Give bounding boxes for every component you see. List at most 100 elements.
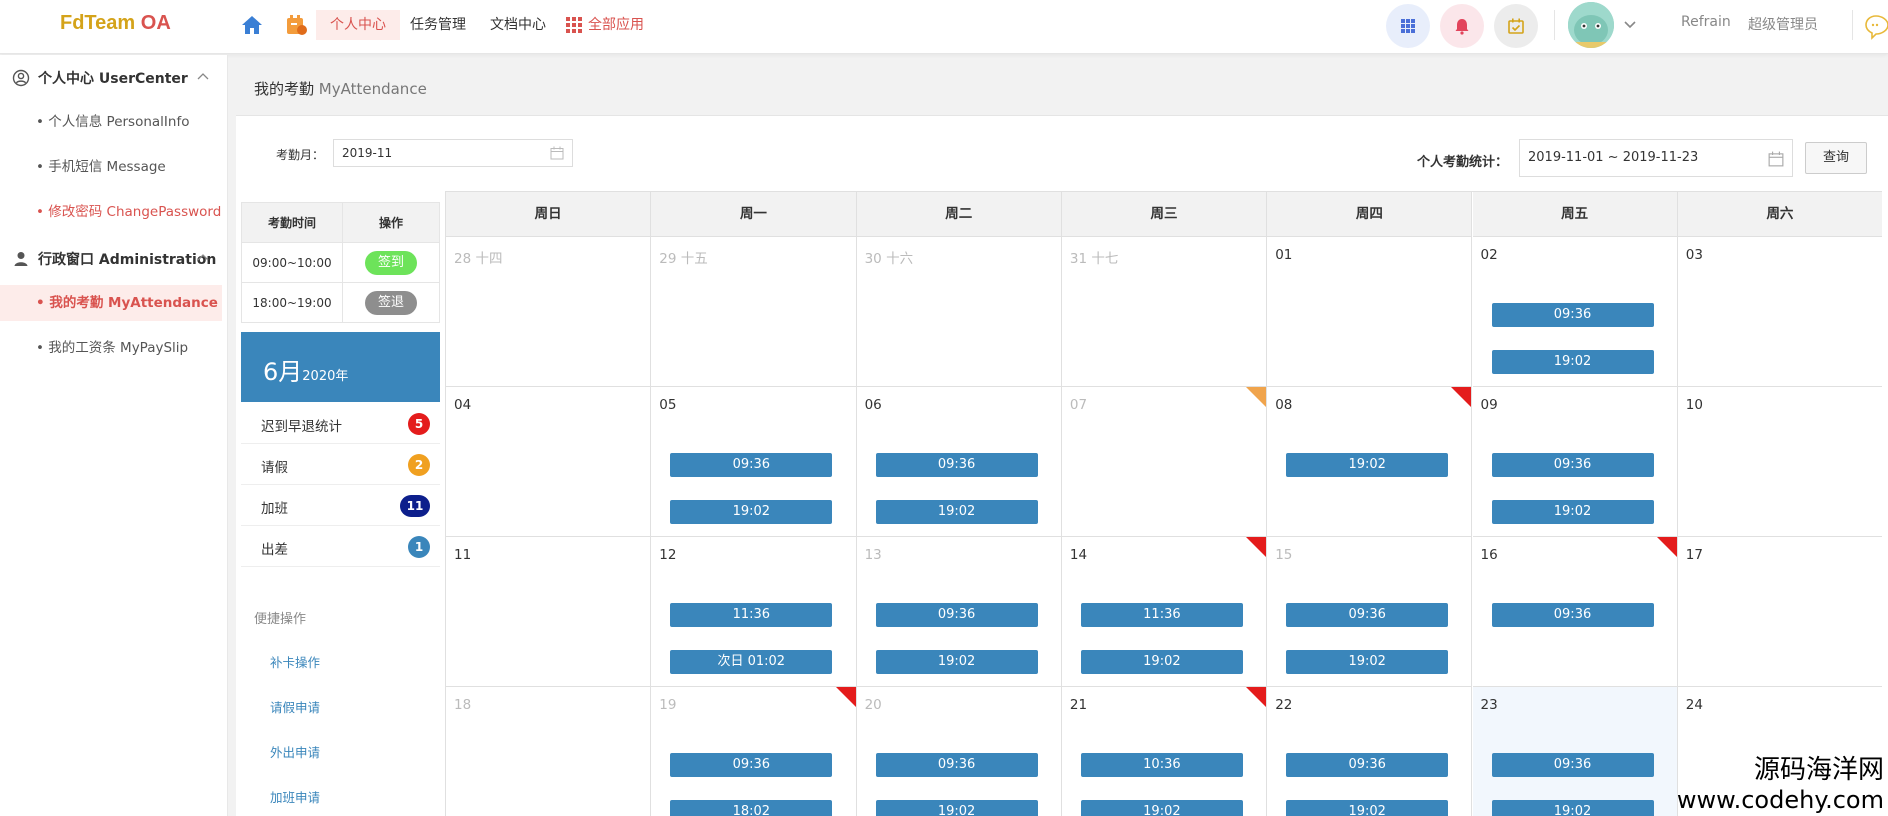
quick-link-out-request[interactable]: 外出申请 [270, 742, 320, 761]
calendar-day-cell[interactable]: 21 10:36 19:02 [1061, 687, 1268, 816]
punch-time-event[interactable]: 19:02 [1080, 800, 1243, 816]
punch-time-event[interactable]: 11:36 [1080, 603, 1243, 627]
punch-time-event[interactable]: 19:02 [1286, 650, 1449, 674]
action-cell: 签退 [342, 282, 440, 323]
chevron-down-icon[interactable] [1622, 16, 1638, 32]
punch-time-event[interactable]: 09:36 [875, 453, 1038, 477]
quick-link-overtime-request[interactable]: 加班申请 [270, 787, 320, 806]
day-number: 20 [864, 697, 882, 713]
stat-row-leave[interactable]: 请假 2 [241, 444, 440, 485]
calendar-day-cell[interactable]: 04 [446, 387, 652, 537]
calendar-day-cell[interactable]: 01 [1267, 237, 1473, 387]
calendar-day-cell[interactable]: 30 十六 [856, 237, 1062, 387]
punch-time-event[interactable]: 19:02 [1286, 453, 1449, 477]
calendar-day-cell[interactable]: 05 09:36 19:02 [651, 387, 857, 537]
tab-document-center[interactable]: 文档中心 [476, 10, 560, 40]
calendar-day-cell[interactable]: 17 [1677, 537, 1882, 687]
schedule-button[interactable] [1494, 4, 1538, 48]
punch-time-event[interactable]: 09:36 [1286, 603, 1449, 627]
calendar-app-icon[interactable] [284, 13, 308, 37]
check-out-button[interactable]: 签退 [365, 290, 417, 315]
calendar-day-cell[interactable]: 29 十五 [651, 237, 857, 387]
stat-row-business-trip[interactable]: 出差 1 [241, 526, 440, 567]
quick-link-leave-request[interactable]: 请假申请 [270, 697, 320, 716]
day-number: 09 [1480, 397, 1498, 413]
calendar-day-cell[interactable]: 31 十七 [1061, 237, 1268, 387]
weekday-header: 周一 [651, 192, 857, 237]
punch-time-event[interactable]: 09:36 [670, 753, 833, 777]
query-button[interactable]: 查询 [1805, 142, 1867, 174]
punch-time-event[interactable]: 09:36 [875, 753, 1038, 777]
calendar-day-cell[interactable]: 22 09:36 19:02 [1267, 687, 1473, 816]
calendar-day-cell[interactable]: 20 09:36 19:02 [856, 687, 1062, 816]
home-icon[interactable] [240, 13, 264, 37]
punch-time-event[interactable]: 19:02 [875, 800, 1038, 816]
calendar-day-cell[interactable]: 11 [446, 537, 652, 687]
punch-time-event[interactable]: 09:36 [1491, 603, 1654, 627]
punch-time-event[interactable]: 19:02 [1491, 800, 1654, 816]
punch-time-event[interactable]: 09:36 [670, 453, 833, 477]
sidebar-item-personal-info[interactable]: • 个人信息 PersonalInfo [0, 104, 222, 140]
punch-time-event[interactable]: 09:36 [1491, 453, 1654, 477]
punch-time-event[interactable]: 10:36 [1080, 753, 1243, 777]
quick-link-card-fix[interactable]: 补卡操作 [270, 652, 320, 671]
tab-task-management[interactable]: 任务管理 [396, 10, 480, 40]
calendar-day-cell[interactable]: 14 11:36 19:02 [1061, 537, 1268, 687]
time-cell: 18:00~19:00 [241, 282, 343, 323]
punch-time-event[interactable]: 19:02 [875, 500, 1038, 524]
check-in-button[interactable]: 签到 [365, 250, 417, 275]
punch-time-event[interactable]: 19:02 [1080, 650, 1243, 674]
punch-time-event[interactable]: 次日 01:02 [670, 650, 833, 674]
punch-time-event[interactable]: 09:36 [1491, 753, 1654, 777]
sidebar-item-message[interactable]: • 手机短信 Message [0, 149, 222, 185]
app-logo[interactable]: FdTeam OA [60, 12, 171, 35]
calendar-day-cell[interactable]: 08 19:02 [1267, 387, 1473, 537]
tab-all-apps[interactable]: 全部应用 [552, 10, 658, 40]
sidebar-item-my-attendance[interactable]: • 我的考勤 MyAttendance [0, 285, 222, 321]
punch-time-event[interactable]: 18:02 [670, 800, 833, 816]
calendar-day-cell[interactable]: 03 [1677, 237, 1882, 387]
table-row: 18:00~19:00 签退 [241, 282, 440, 323]
sidebar-group-label: 个人中心 UserCenter [38, 71, 188, 87]
punch-time-event[interactable]: 09:36 [1491, 303, 1654, 327]
apps-button[interactable] [1386, 4, 1430, 48]
punch-time-event[interactable]: 19:02 [875, 650, 1038, 674]
punch-time-event[interactable]: 09:36 [875, 603, 1038, 627]
attendance-calendar: 周日 周一 周二 周三 周四 周五 周六 28 十四 29 十五 30 十六 31 十七 01 02 09… [445, 191, 1882, 816]
punch-time-event[interactable]: 11:36 [670, 603, 833, 627]
calendar-day-cell[interactable]: 02 09:36 19:02 [1472, 237, 1678, 387]
calendar-day-cell[interactable]: 10 [1677, 387, 1882, 537]
calendar-day-cell[interactable]: 13 09:36 19:02 [856, 537, 1062, 687]
punch-time-event[interactable]: 19:02 [1491, 350, 1654, 374]
chat-icon[interactable] [1862, 10, 1888, 40]
month-label: 考勤月： [276, 148, 325, 162]
sidebar-item-change-password[interactable]: • 修改密码 ChangePassword [0, 194, 222, 230]
date-range-input[interactable]: 2019-11-01 ~ 2019-11-23 [1519, 139, 1793, 177]
calendar-day-cell[interactable]: 23 09:36 19:02 [1472, 687, 1678, 816]
calendar-day-cell[interactable]: 12 11:36 次日 01:02 [651, 537, 857, 687]
calendar-day-cell[interactable]: 07 [1061, 387, 1268, 537]
user-name[interactable]: Refrain [1681, 14, 1731, 30]
month-input[interactable]: 2019-11 [333, 139, 573, 167]
calendar-day-cell[interactable]: 09 09:36 19:02 [1472, 387, 1678, 537]
avatar[interactable] [1568, 2, 1614, 48]
calendar-day-cell[interactable]: 28 十四 [446, 237, 652, 387]
punch-time-event[interactable]: 19:02 [1286, 800, 1449, 816]
calendar-day-cell[interactable]: 06 09:36 19:02 [856, 387, 1062, 537]
sidebar-item-my-payslip[interactable]: • 我的工资条 MyPaySlip [0, 330, 222, 366]
stat-row-late[interactable]: 迟到早退统计 5 [241, 403, 440, 444]
day-number: 22 [1275, 697, 1293, 713]
day-number: 13 [864, 547, 882, 563]
stat-row-overtime[interactable]: 加班 11 [241, 485, 440, 526]
punch-time-event[interactable]: 19:02 [1491, 500, 1654, 524]
calendar-day-cell[interactable]: 19 09:36 18:02 [651, 687, 857, 816]
tab-user-center[interactable]: 个人中心 [316, 10, 400, 40]
sidebar-group-administration[interactable]: 行政窗口 Administration [0, 239, 228, 279]
punch-time-event[interactable]: 19:02 [670, 500, 833, 524]
calendar-day-cell[interactable]: 16 09:36 [1472, 537, 1678, 687]
sidebar-group-user-center[interactable]: 个人中心 UserCenter [0, 58, 228, 98]
notifications-button[interactable] [1440, 4, 1484, 48]
calendar-day-cell[interactable]: 18 [446, 687, 652, 816]
punch-time-event[interactable]: 09:36 [1286, 753, 1449, 777]
calendar-day-cell[interactable]: 15 09:36 19:02 [1267, 537, 1473, 687]
